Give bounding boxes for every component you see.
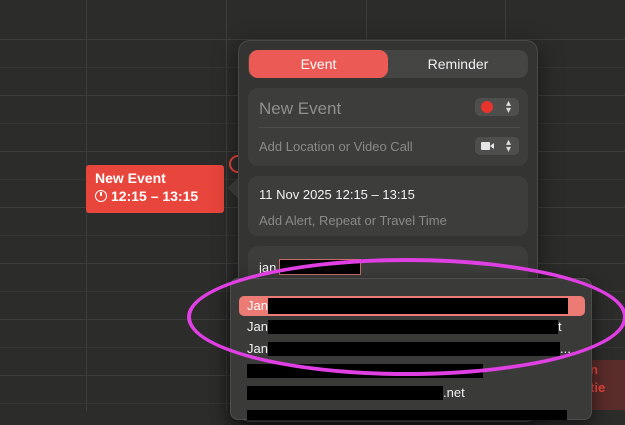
- suggestion-item[interactable]: [247, 405, 567, 425]
- tab-reminder[interactable]: Reminder: [388, 50, 528, 78]
- video-call-picker[interactable]: ▴ ▾: [475, 137, 519, 155]
- title-location-card: New Event ▴ ▾ Add Location or Video Call …: [248, 88, 528, 166]
- new-event-block[interactable]: New Event 12:15 – 13:15: [86, 165, 224, 213]
- event-title-field[interactable]: New Event: [259, 99, 341, 119]
- suggestion-suffix: .net: [443, 385, 465, 400]
- location-field[interactable]: Add Location or Video Call: [259, 139, 413, 154]
- color-dot-icon: [481, 101, 493, 113]
- tab-event[interactable]: Event: [249, 50, 388, 78]
- redacted-block: [247, 386, 443, 400]
- alert-repeat-field[interactable]: Add Alert, Repeat or Travel Time: [259, 213, 447, 228]
- background-event-text: tie: [590, 380, 606, 395]
- video-camera-icon: [481, 142, 494, 150]
- chevron-updown-icon: ▴ ▾: [505, 98, 511, 116]
- calendar-color-picker[interactable]: ▴ ▾: [475, 98, 519, 116]
- suggestion-item[interactable]: .net: [247, 383, 465, 403]
- date-time-text[interactable]: 11 Nov 2025 12:15 – 13:15: [259, 187, 415, 202]
- clock-icon: [95, 190, 107, 202]
- event-time: 12:15 – 13:15: [95, 188, 198, 204]
- annotation-ellipse: [187, 258, 625, 376]
- event-time-text: 12:15 – 13:15: [111, 188, 199, 204]
- redacted-block: [247, 410, 567, 420]
- date-time-card[interactable]: 11 Nov 2025 12:15 – 13:15 Add Alert, Rep…: [248, 176, 528, 236]
- divider: [259, 127, 520, 128]
- popover-arrow-fill: [229, 179, 238, 197]
- event-type-segmented-control: Event Reminder: [248, 50, 528, 78]
- chevron-updown-icon: ▴ ▾: [505, 137, 511, 155]
- event-title: New Event: [95, 170, 166, 186]
